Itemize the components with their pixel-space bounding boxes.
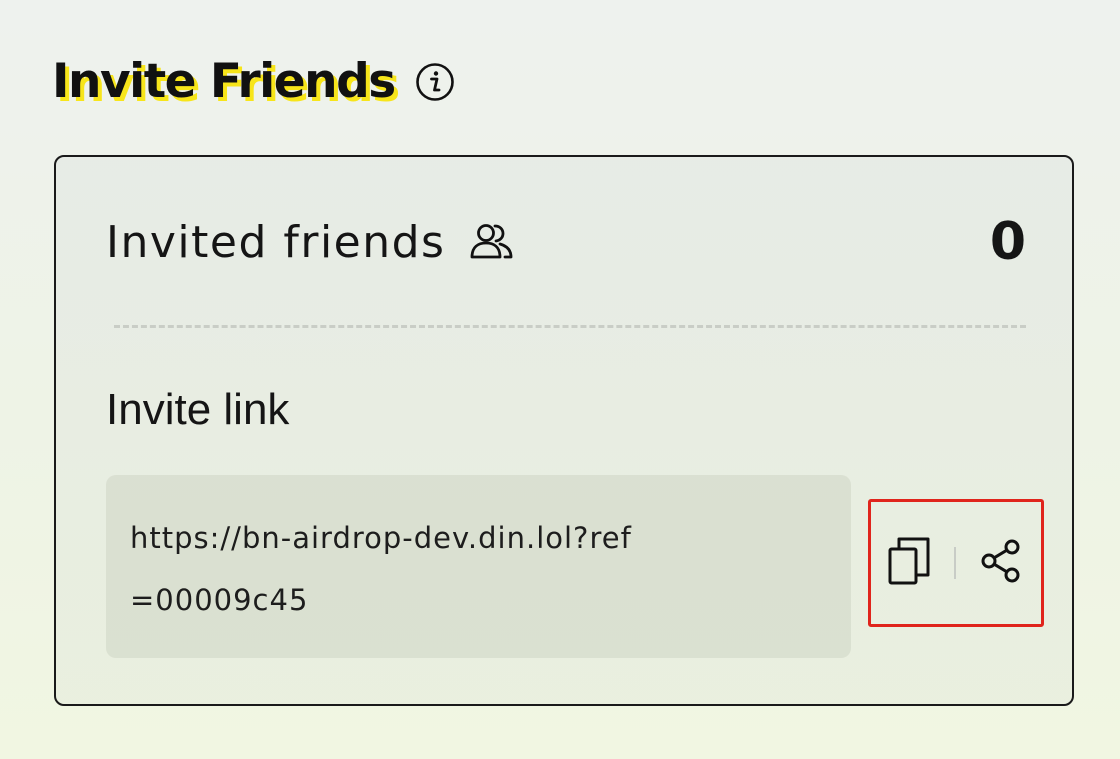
share-link-button[interactable]: [976, 533, 1028, 593]
invited-friends-label: Invited friends: [106, 216, 446, 268]
copy-link-button[interactable]: [884, 533, 936, 593]
users-icon: [469, 219, 515, 265]
link-actions-group: [868, 499, 1044, 627]
invite-link-label: Invite link: [106, 385, 290, 434]
invited-friends-row: Invited friends 0: [106, 207, 1026, 277]
page-header: Invite Friends: [52, 48, 455, 116]
invited-friends-count: 0: [989, 212, 1026, 272]
share-icon: [979, 538, 1025, 589]
invite-card: Invited friends 0 Invite link https://bn…: [54, 155, 1074, 706]
section-divider: [114, 325, 1026, 328]
invite-link-field[interactable]: https://bn-airdrop-dev.din.lol?ref=00009…: [106, 475, 851, 658]
info-icon[interactable]: [415, 62, 455, 102]
invite-link-text[interactable]: https://bn-airdrop-dev.din.lol?ref=00009…: [130, 507, 650, 631]
page-title: Invite Friends: [52, 54, 396, 109]
action-separator: [954, 547, 956, 579]
copy-icon: [887, 535, 933, 592]
